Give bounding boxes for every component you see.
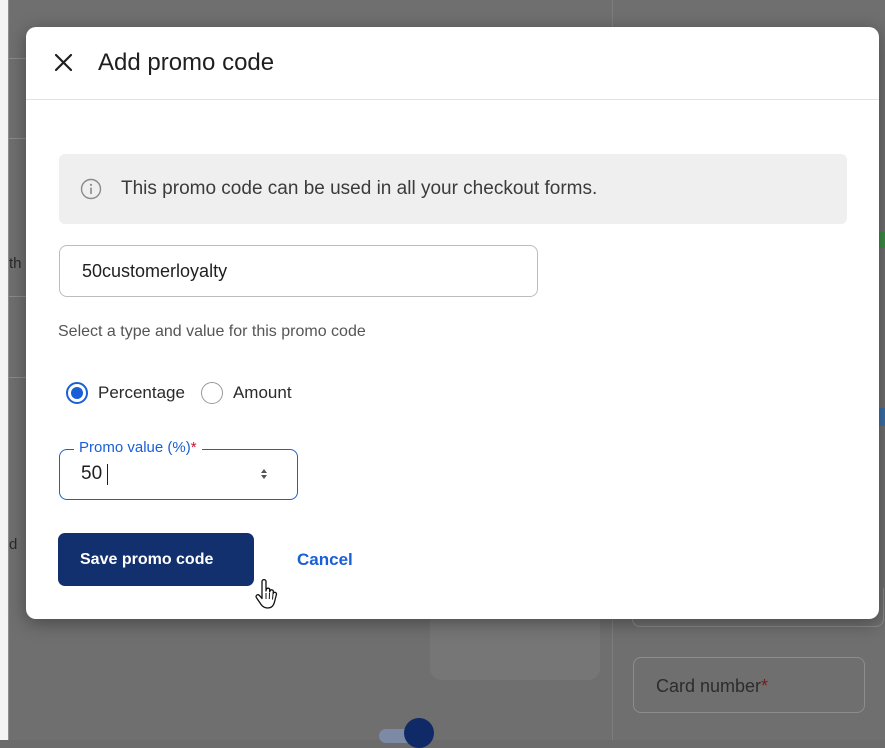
- info-banner: This promo code can be used in all your …: [59, 154, 847, 224]
- promo-value-text: 50: [81, 463, 102, 485]
- amount-radio-label[interactable]: Amount: [233, 383, 292, 403]
- percentage-radio-label[interactable]: Percentage: [98, 383, 185, 403]
- cancel-link[interactable]: Cancel: [297, 550, 353, 570]
- promo-value-input[interactable]: Promo value (%)* 50: [59, 449, 298, 500]
- close-icon[interactable]: [51, 50, 77, 76]
- background-divider: [8, 0, 9, 740]
- amount-radio[interactable]: [201, 382, 223, 404]
- required-mark: *: [191, 439, 197, 456]
- info-icon: [80, 178, 102, 200]
- info-text: This promo code can be used in all your …: [121, 178, 597, 200]
- percentage-radio[interactable]: [66, 382, 88, 404]
- card-number-label: Card number: [656, 676, 761, 696]
- background-divider: [9, 58, 27, 59]
- text-caret: [107, 464, 108, 485]
- promo-type-radio-group: Percentage Amount: [66, 382, 292, 404]
- background-toggle-knob: [404, 718, 434, 748]
- hand-pointer-cursor-icon: [254, 579, 280, 613]
- number-stepper[interactable]: [259, 464, 269, 484]
- promo-code-input[interactable]: [59, 245, 538, 297]
- background-text-fragment: d: [9, 536, 17, 553]
- card-number-field: Card number*: [633, 657, 865, 713]
- background-text-fragment: th: [9, 255, 22, 272]
- required-mark: *: [761, 676, 768, 696]
- stepper-down-icon[interactable]: [261, 475, 267, 479]
- add-promo-code-dialog: Add promo code This promo code can be us…: [26, 27, 879, 619]
- background-divider: [9, 296, 27, 297]
- promo-value-label-text: Promo value (%): [79, 439, 191, 456]
- dialog-header: Add promo code: [26, 27, 879, 100]
- background-divider: [9, 138, 27, 139]
- background-divider: [9, 377, 27, 378]
- save-promo-code-button[interactable]: Save promo code: [58, 533, 254, 586]
- background-accent: [878, 232, 885, 248]
- background-left-edge: [0, 0, 8, 740]
- promo-value-label: Promo value (%)*: [74, 439, 202, 456]
- background-accent: [878, 408, 885, 426]
- dialog-title: Add promo code: [98, 49, 274, 77]
- stepper-up-icon[interactable]: [261, 469, 267, 473]
- type-helper-text: Select a type and value for this promo c…: [58, 323, 366, 341]
